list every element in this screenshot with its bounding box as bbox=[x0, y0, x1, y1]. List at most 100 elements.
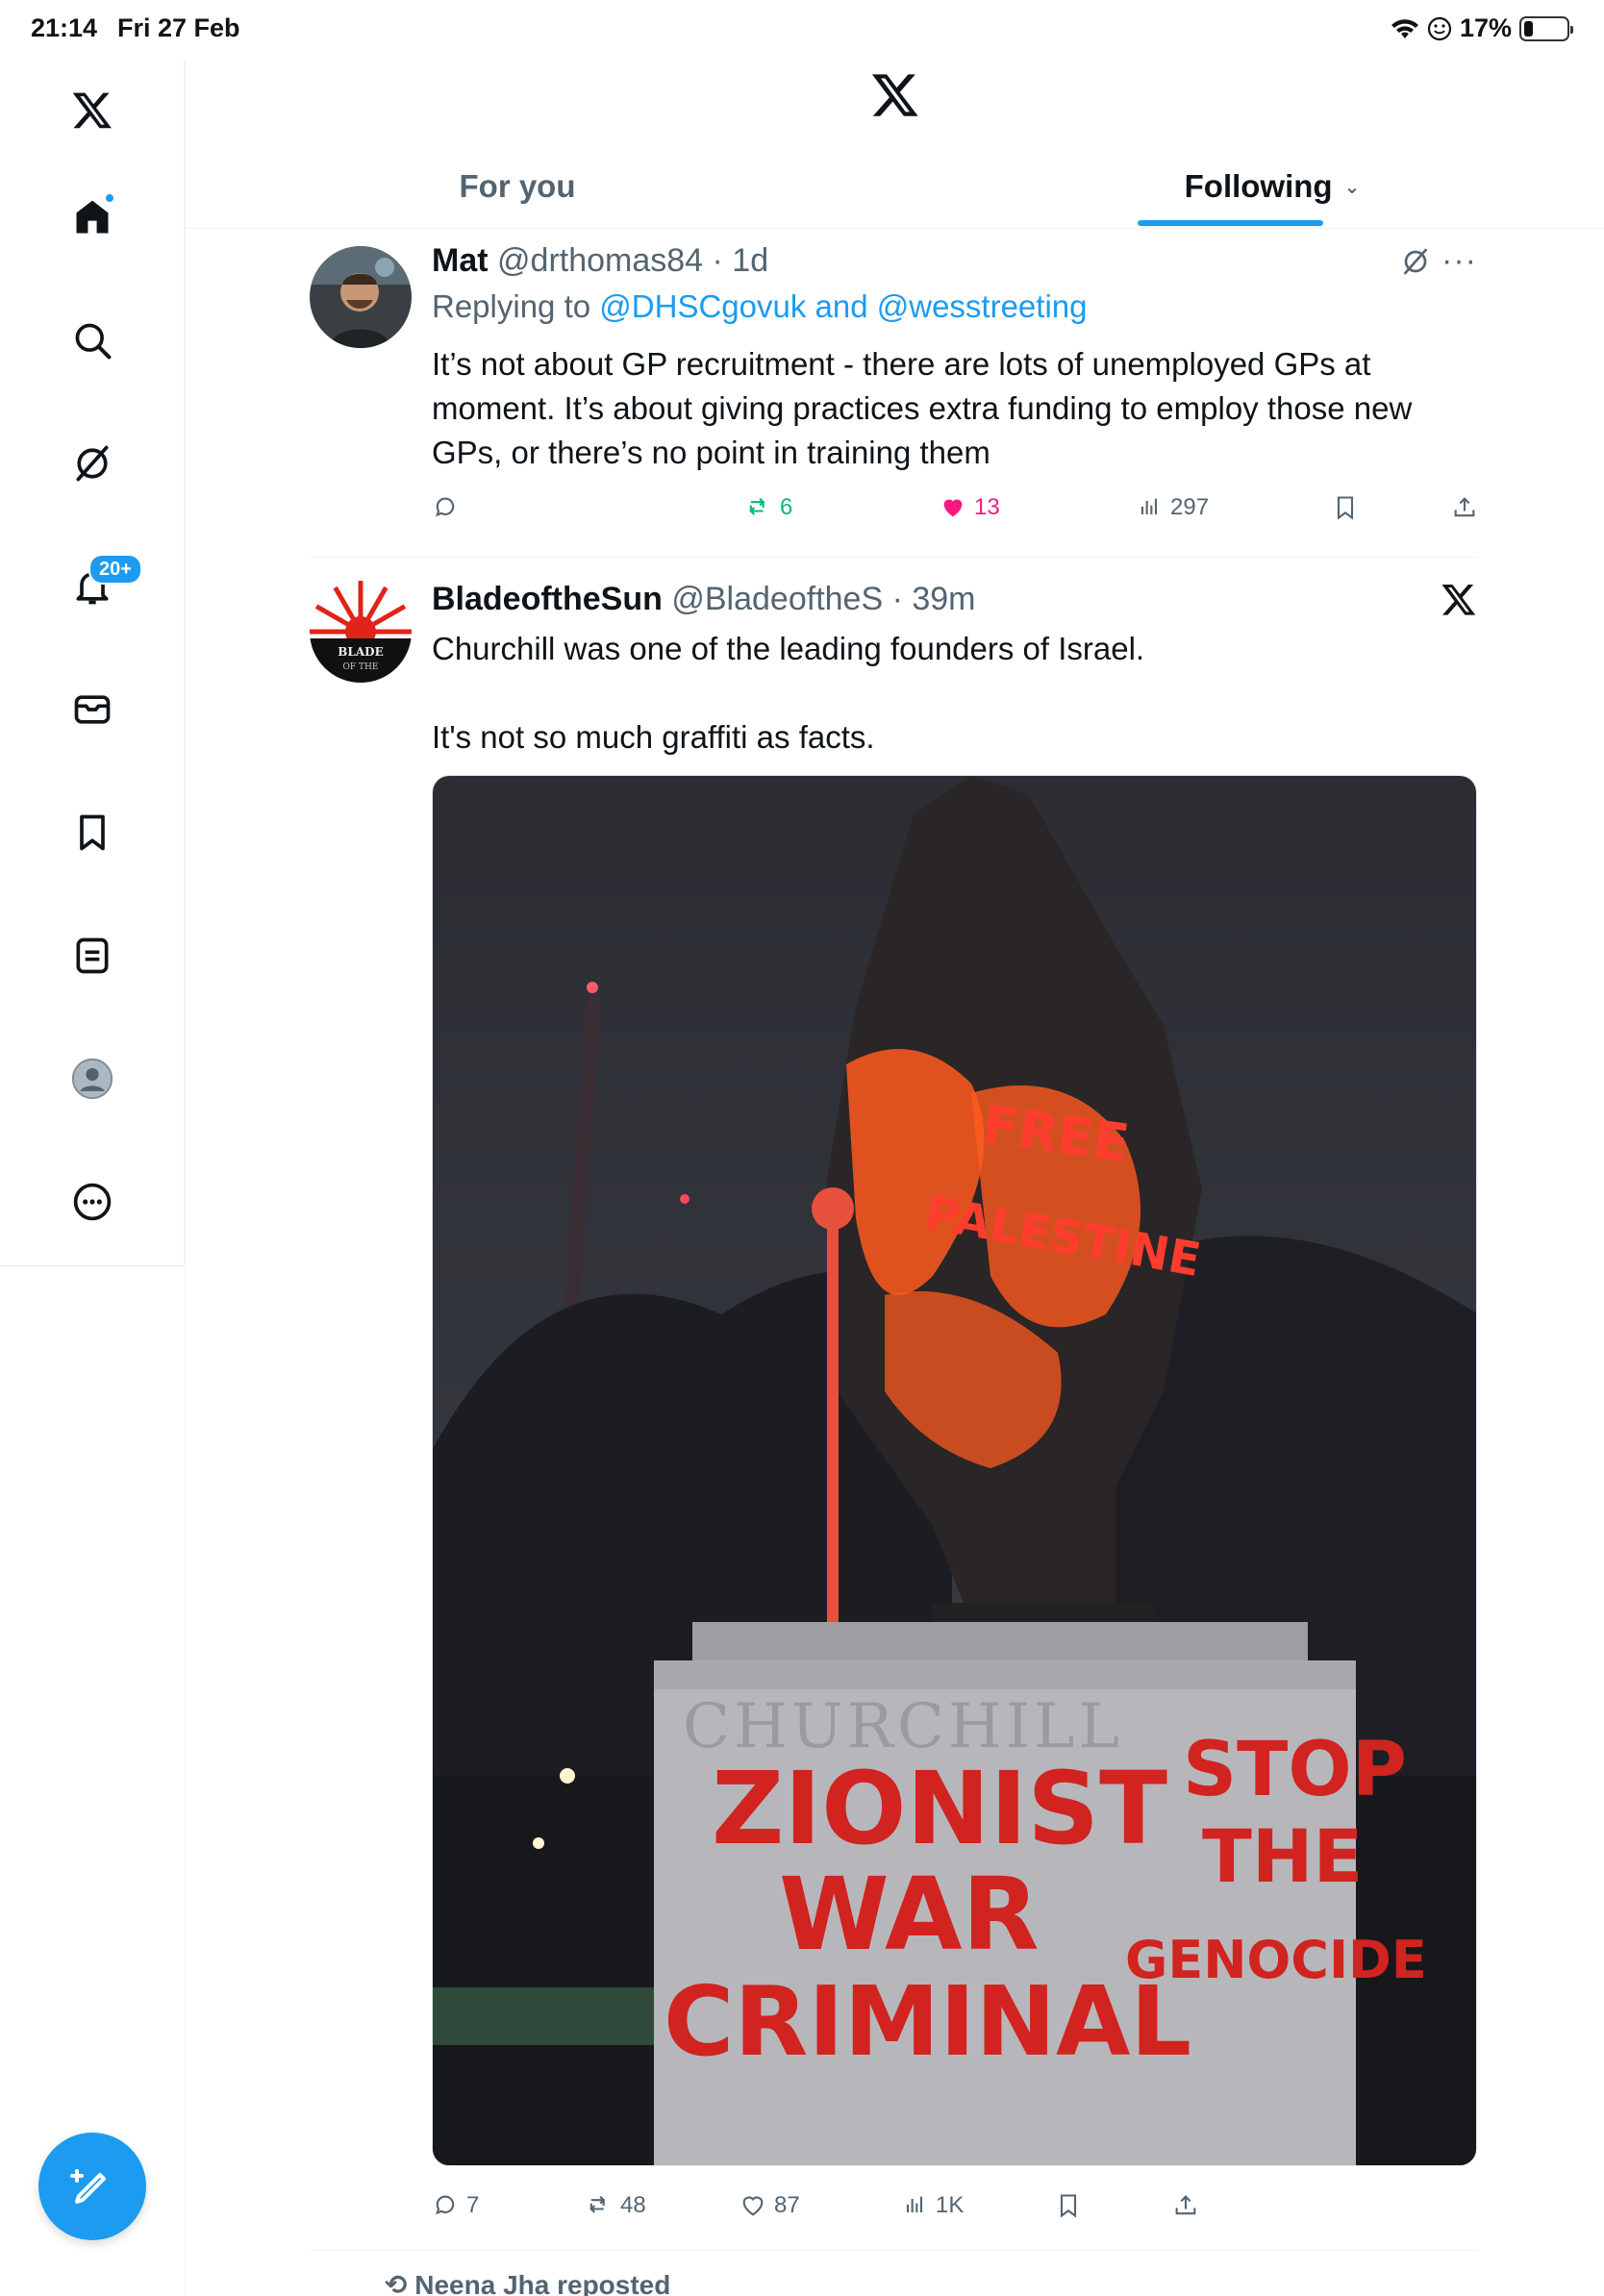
repost-icon: ⟲ bbox=[385, 2270, 408, 2296]
like-button[interactable]: 87 bbox=[739, 2192, 800, 2219]
home-unread-dot bbox=[104, 192, 115, 204]
views-icon bbox=[1140, 498, 1158, 514]
share-icon bbox=[1454, 497, 1475, 517]
tweet-actions: 7 48 87 1K bbox=[432, 2192, 1201, 2231]
heart-filled-icon bbox=[943, 499, 963, 517]
x-logo-icon[interactable] bbox=[54, 71, 131, 148]
messages-icon[interactable] bbox=[54, 671, 131, 748]
status-right: 17% bbox=[1391, 13, 1573, 43]
tweet-text: It’s not about GP recruitment - there ar… bbox=[432, 346, 1413, 470]
share-icon bbox=[1175, 2195, 1196, 2215]
repost-icon bbox=[589, 2195, 606, 2213]
graffiti-line-2: WAR bbox=[779, 1856, 1040, 1973]
repost-count: 6 bbox=[780, 494, 793, 520]
repost-button[interactable]: 48 bbox=[586, 2192, 646, 2219]
tab-following[interactable]: Following ⌄ bbox=[1128, 144, 1416, 229]
more-options-icon[interactable]: ··· bbox=[1441, 242, 1477, 280]
heart-icon bbox=[742, 2196, 764, 2216]
share-button[interactable] bbox=[1172, 2192, 1199, 2219]
repost-count: 48 bbox=[620, 2192, 646, 2218]
bookmark-icon bbox=[1060, 2194, 1077, 2218]
bookmarks-icon[interactable] bbox=[54, 794, 131, 871]
like-count: 87 bbox=[774, 2192, 800, 2218]
compose-button[interactable] bbox=[38, 2133, 146, 2240]
tab-for-you[interactable]: For you bbox=[421, 144, 614, 229]
replying-to-links[interactable]: @DHSCgovuk and @wesstreeting bbox=[599, 288, 1087, 324]
tweet-text-line2: It's not so much graffiti as facts. bbox=[432, 719, 875, 755]
like-count: 13 bbox=[974, 494, 1000, 520]
graffiti-right-3: GENOCIDE bbox=[1125, 1930, 1427, 1990]
grok-icon[interactable] bbox=[54, 425, 131, 502]
sidebar-bottom-rule bbox=[0, 1265, 185, 1266]
x-logo-header-icon[interactable] bbox=[870, 69, 920, 119]
reply-count: 7 bbox=[466, 2192, 480, 2218]
graffiti-line-3: CRIMINAL bbox=[664, 1965, 1191, 2078]
notifications-icon[interactable]: 20+ bbox=[54, 548, 142, 625]
svg-text:OF THE: OF THE bbox=[343, 662, 379, 672]
tweet-actions: 6 13 297 bbox=[432, 494, 1475, 533]
tab-following-label: Following bbox=[1184, 168, 1333, 204]
tweet[interactable]: BLADE OF THE BladeoftheSun @BladeoftheS … bbox=[310, 581, 1477, 2254]
graffiti-right-1: STOP bbox=[1183, 1727, 1407, 1813]
reply-icon bbox=[436, 497, 455, 517]
repost-button[interactable]: 6 bbox=[745, 494, 792, 521]
status-bar: 21:14 Fri 27 Feb 17% bbox=[0, 0, 1604, 60]
author-handle[interactable]: @drthomas84 bbox=[497, 242, 703, 279]
views-button[interactable]: 297 bbox=[1136, 494, 1209, 521]
views-button[interactable]: 1K bbox=[901, 2192, 964, 2219]
share-button[interactable] bbox=[1451, 494, 1478, 521]
like-button[interactable]: 13 bbox=[940, 494, 1000, 521]
graffiti-right-2: THE bbox=[1202, 1813, 1363, 1899]
tweet-image[interactable]: FREE PALESTINE CHURCHILL ZIONIST WAR CRI… bbox=[432, 775, 1477, 2166]
timeline-tabs: For you Following ⌄ bbox=[186, 144, 1604, 229]
tweet-header: Mat @drthomas84 · 1d bbox=[432, 242, 768, 280]
author-handle[interactable]: @BladeoftheS bbox=[671, 581, 883, 617]
tweet-divider bbox=[310, 2250, 1477, 2251]
tweet-header: BladeoftheSun @BladeoftheS · 39m bbox=[432, 581, 976, 618]
battery-percent: 17% bbox=[1459, 13, 1512, 42]
compose-icon bbox=[70, 2169, 106, 2204]
view-count: 1K bbox=[936, 2192, 965, 2218]
separator-dot: · bbox=[883, 581, 913, 617]
chevron-down-icon: ⌄ bbox=[1343, 176, 1361, 198]
repost-icon bbox=[749, 497, 765, 515]
focus-face-icon bbox=[1427, 16, 1452, 40]
reply-button[interactable]: 7 bbox=[432, 2192, 479, 2219]
views-icon bbox=[906, 2196, 923, 2212]
tweet[interactable]: Mat @drthomas84 · 1d ··· Replying to @DH… bbox=[310, 242, 1477, 531]
profile-icon[interactable] bbox=[54, 1040, 131, 1117]
avatar[interactable] bbox=[310, 246, 412, 348]
grok-icon[interactable] bbox=[1400, 246, 1431, 277]
search-icon[interactable] bbox=[54, 302, 131, 379]
tweet-text-line1: Churchill was one of the leading founder… bbox=[432, 631, 1145, 666]
bookmark-button[interactable] bbox=[1332, 494, 1359, 521]
bookmark-button[interactable] bbox=[1055, 2192, 1082, 2219]
bookmark-icon bbox=[1337, 496, 1354, 520]
author-name[interactable]: Mat bbox=[432, 242, 489, 279]
tweet-divider bbox=[310, 557, 1477, 558]
more-icon[interactable] bbox=[54, 1163, 131, 1240]
x-brand-icon[interactable] bbox=[1441, 581, 1477, 617]
reply-icon bbox=[436, 2195, 455, 2215]
graffiti-line-1: ZIONIST bbox=[712, 1750, 1167, 1867]
wifi-icon bbox=[1391, 18, 1418, 38]
sidebar-divider bbox=[185, 60, 186, 2296]
tweet-time[interactable]: 39m bbox=[912, 581, 975, 617]
status-time: 21:14 bbox=[31, 13, 98, 42]
tweet-time[interactable]: 1d bbox=[732, 242, 768, 279]
status-date: Fri 27 Feb bbox=[117, 13, 240, 42]
notifications-badge: 20+ bbox=[88, 554, 142, 585]
replying-to: Replying to @DHSCgovuk and @wesstreeting bbox=[432, 288, 1088, 325]
lists-icon[interactable] bbox=[54, 917, 131, 994]
avatar[interactable]: BLADE OF THE bbox=[310, 581, 412, 683]
author-name[interactable]: BladeoftheSun bbox=[432, 581, 663, 617]
view-count: 297 bbox=[1170, 494, 1210, 520]
separator-dot: · bbox=[703, 242, 733, 279]
home-icon[interactable] bbox=[54, 179, 131, 256]
reply-button[interactable] bbox=[432, 494, 466, 521]
battery-icon bbox=[1519, 15, 1573, 41]
tab-for-you-label: For you bbox=[459, 168, 576, 204]
repost-label: Neena Jha reposted bbox=[414, 2270, 671, 2296]
replying-prefix: Replying to bbox=[432, 288, 591, 324]
svg-text:BLADE: BLADE bbox=[338, 645, 383, 659]
